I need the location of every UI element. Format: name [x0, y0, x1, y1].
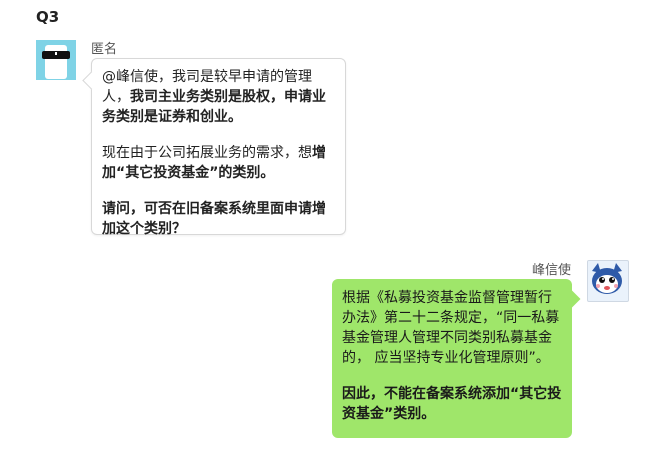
sender-name-anonymous: 匿名 [91, 42, 118, 57]
question-paragraph-1: @峰信使，我司是较早申请的管理人，我司主业务类别是股权，申请业务类别是证券和创业… [102, 69, 326, 125]
reply-paragraph-2: 因此，不能在备案系统添加“其它投资基金”类别。 [342, 386, 562, 422]
sender-name-fengxinshi: 峰信使 [531, 263, 571, 278]
reply-paragraph-1: 根据《私募投资基金监督管理暂行办法》第二十二条规定，“同一私募基金管理人管理不同… [342, 290, 560, 366]
sunglasses-face-icon [36, 40, 76, 80]
reply-bubble: 根据《私募投资基金监督管理暂行办法》第二十二条规定，“同一私募基金管理人管理不同… [332, 279, 572, 438]
question-paragraph-3: 请问，可否在旧备案系统里面申请增加这个类别？ [102, 201, 326, 237]
blue-cartoon-mascot-icon [588, 261, 626, 299]
question-bubble: @峰信使，我司是较早申请的管理人，我司主业务类别是股权，申请业务类别是证券和创业… [91, 58, 346, 237]
avatar-fengxinshi[interactable] [587, 260, 629, 302]
avatar-anonymous[interactable] [36, 40, 76, 80]
question-paragraph-2: 现在由于公司拓展业务的需求，想增加“其它投资基金”的类别。 [102, 145, 326, 181]
question-label: Q3 [36, 8, 60, 26]
